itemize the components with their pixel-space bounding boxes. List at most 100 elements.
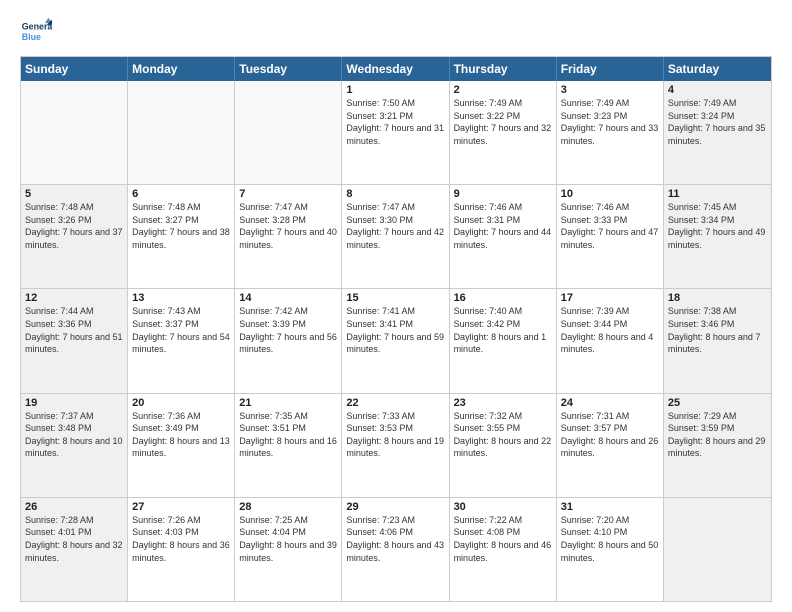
daylight-text: Daylight: 7 hours and 51 minutes.: [25, 331, 123, 356]
sunrise-text: Sunrise: 7:49 AM: [668, 97, 767, 110]
day-number: 21: [239, 397, 337, 409]
calendar-row-2: 5Sunrise: 7:48 AMSunset: 3:26 PMDaylight…: [21, 184, 771, 288]
day-number: 26: [25, 501, 123, 513]
cal-cell-18: 18Sunrise: 7:38 AMSunset: 3:46 PMDayligh…: [664, 289, 771, 392]
calendar-row-4: 19Sunrise: 7:37 AMSunset: 3:48 PMDayligh…: [21, 393, 771, 497]
calendar-row-3: 12Sunrise: 7:44 AMSunset: 3:36 PMDayligh…: [21, 288, 771, 392]
cal-cell-29: 29Sunrise: 7:23 AMSunset: 4:06 PMDayligh…: [342, 498, 449, 601]
sunset-text: Sunset: 4:06 PM: [346, 526, 444, 539]
sunrise-text: Sunrise: 7:31 AM: [561, 410, 659, 423]
cal-cell-27: 27Sunrise: 7:26 AMSunset: 4:03 PMDayligh…: [128, 498, 235, 601]
sunrise-text: Sunrise: 7:23 AM: [346, 514, 444, 527]
sunset-text: Sunset: 3:27 PM: [132, 214, 230, 227]
day-number: 15: [346, 292, 444, 304]
sunrise-text: Sunrise: 7:35 AM: [239, 410, 337, 423]
cal-cell-16: 16Sunrise: 7:40 AMSunset: 3:42 PMDayligh…: [450, 289, 557, 392]
daylight-text: Daylight: 7 hours and 42 minutes.: [346, 226, 444, 251]
daylight-text: Daylight: 7 hours and 59 minutes.: [346, 331, 444, 356]
cal-cell-20: 20Sunrise: 7:36 AMSunset: 3:49 PMDayligh…: [128, 394, 235, 497]
daylight-text: Daylight: 7 hours and 37 minutes.: [25, 226, 123, 251]
daylight-text: Daylight: 8 hours and 13 minutes.: [132, 435, 230, 460]
sunset-text: Sunset: 3:28 PM: [239, 214, 337, 227]
sunset-text: Sunset: 4:10 PM: [561, 526, 659, 539]
sunrise-text: Sunrise: 7:44 AM: [25, 305, 123, 318]
day-number: 1: [346, 84, 444, 96]
cal-cell-17: 17Sunrise: 7:39 AMSunset: 3:44 PMDayligh…: [557, 289, 664, 392]
daylight-text: Daylight: 8 hours and 36 minutes.: [132, 539, 230, 564]
day-number: 30: [454, 501, 552, 513]
day-number: 12: [25, 292, 123, 304]
cal-cell-21: 21Sunrise: 7:35 AMSunset: 3:51 PMDayligh…: [235, 394, 342, 497]
cal-cell-13: 13Sunrise: 7:43 AMSunset: 3:37 PMDayligh…: [128, 289, 235, 392]
sunrise-text: Sunrise: 7:46 AM: [561, 201, 659, 214]
sunrise-text: Sunrise: 7:28 AM: [25, 514, 123, 527]
sunset-text: Sunset: 3:59 PM: [668, 422, 767, 435]
sunset-text: Sunset: 3:44 PM: [561, 318, 659, 331]
cal-cell-19: 19Sunrise: 7:37 AMSunset: 3:48 PMDayligh…: [21, 394, 128, 497]
calendar-row-5: 26Sunrise: 7:28 AMSunset: 4:01 PM Dayligh…: [21, 497, 771, 601]
cal-cell-7: 7Sunrise: 7:47 AMSunset: 3:28 PMDaylight…: [235, 185, 342, 288]
day-number: 31: [561, 501, 659, 513]
day-header-friday: Friday: [557, 57, 664, 81]
day-number: 17: [561, 292, 659, 304]
daylight-text: Daylight: 8 hours and 29 minutes.: [668, 435, 767, 460]
daylight-text: Daylight: 8 hours and 19 minutes.: [346, 435, 444, 460]
sunset-text: Sunset: 3:57 PM: [561, 422, 659, 435]
daylight-text: Daylight: 8 hours and 22 minutes.: [454, 435, 552, 460]
cal-cell-11: 11Sunrise: 7:45 AMSunset: 3:34 PMDayligh…: [664, 185, 771, 288]
day-number: 5: [25, 188, 123, 200]
day-number: 13: [132, 292, 230, 304]
sunrise-text: Sunrise: 7:39 AM: [561, 305, 659, 318]
daylight-text: Daylight: 7 hours and 49 minutes.: [668, 226, 767, 251]
sunset-text: Sunset: 3:37 PM: [132, 318, 230, 331]
sunrise-text: Sunrise: 7:49 AM: [454, 97, 552, 110]
sunset-text: Sunset: 3:30 PM: [346, 214, 444, 227]
cal-cell-25: 25Sunrise: 7:29 AMSunset: 3:59 PMDayligh…: [664, 394, 771, 497]
day-number: 8: [346, 188, 444, 200]
cal-cell-empty-0-1: [128, 81, 235, 184]
daylight-text: Daylight: 7 hours and 56 minutes.: [239, 331, 337, 356]
daylight-text: Daylight: 7 hours and 35 minutes.: [668, 122, 767, 147]
cal-cell-22: 22Sunrise: 7:33 AMSunset: 3:53 PMDayligh…: [342, 394, 449, 497]
daylight-text: Daylight: 8 hours and 26 minutes.: [561, 435, 659, 460]
cal-cell-3: 3Sunrise: 7:49 AMSunset: 3:23 PMDaylight…: [557, 81, 664, 184]
cal-cell-15: 15Sunrise: 7:41 AMSunset: 3:41 PMDayligh…: [342, 289, 449, 392]
sunrise-text: Sunrise: 7:42 AM: [239, 305, 337, 318]
day-header-thursday: Thursday: [450, 57, 557, 81]
sunrise-text: Sunrise: 7:33 AM: [346, 410, 444, 423]
sunrise-text: Sunrise: 7:26 AM: [132, 514, 230, 527]
sunset-text: Sunset: 3:36 PM: [25, 318, 123, 331]
cal-cell-6: 6Sunrise: 7:48 AMSunset: 3:27 PMDaylight…: [128, 185, 235, 288]
day-number: 22: [346, 397, 444, 409]
sunrise-text: Sunrise: 7:45 AM: [668, 201, 767, 214]
day-number: 10: [561, 188, 659, 200]
day-number: 3: [561, 84, 659, 96]
daylight-text: Daylight: 8 hours and 16 minutes.: [239, 435, 337, 460]
day-number: 18: [668, 292, 767, 304]
daylight-text: Daylight: 7 hours and 40 minutes.: [239, 226, 337, 251]
sunset-text: Sunset: 3:21 PM: [346, 110, 444, 123]
svg-text:Blue: Blue: [22, 32, 41, 42]
sunset-text: Sunset: 4:01 PM: [25, 526, 123, 539]
sunrise-text: Sunrise: 7:41 AM: [346, 305, 444, 318]
sunrise-text: Sunrise: 7:48 AM: [132, 201, 230, 214]
cal-cell-26: 26Sunrise: 7:28 AMSunset: 4:01 PMDayligh…: [21, 498, 128, 601]
cal-cell-10: 10Sunrise: 7:46 AMSunset: 3:33 PMDayligh…: [557, 185, 664, 288]
cal-cell-2: 2Sunrise: 7:49 AMSunset: 3:22 PMDaylight…: [450, 81, 557, 184]
logo-icon: General Blue: [20, 16, 52, 48]
day-number: 19: [25, 397, 123, 409]
sunrise-text: Sunrise: 7:25 AM: [239, 514, 337, 527]
sunrise-text: Sunrise: 7:49 AM: [561, 97, 659, 110]
day-number: 27: [132, 501, 230, 513]
header: General Blue: [20, 16, 772, 48]
sunrise-text: Sunrise: 7:46 AM: [454, 201, 552, 214]
sunrise-text: Sunrise: 7:47 AM: [239, 201, 337, 214]
sunset-text: Sunset: 3:23 PM: [561, 110, 659, 123]
day-header-tuesday: Tuesday: [235, 57, 342, 81]
day-number: 11: [668, 188, 767, 200]
daylight-text: Daylight: 7 hours and 31 minutes.: [346, 122, 444, 147]
sunset-text: Sunset: 4:08 PM: [454, 526, 552, 539]
day-number: 9: [454, 188, 552, 200]
sunset-text: Sunset: 4:03 PM: [132, 526, 230, 539]
sunset-text: Sunset: 3:24 PM: [668, 110, 767, 123]
